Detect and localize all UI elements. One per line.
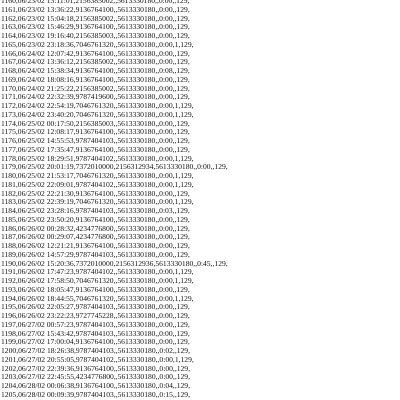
log-line: 1184,06/25/02 23:28:16,9787404103,,56133…: [1, 207, 190, 215]
log-line: 1181,06/25/02 22:09:01,9787404102,,56133…: [1, 180, 194, 189]
log-line: 1188,06/26/02 12:21:21,9136764100,,56133…: [1, 242, 190, 250]
log-line: 1200,06/27/02 18:26:38,9787404103,,56133…: [1, 347, 191, 355]
log-line: 1182,06/25/02 22:21:30,9136764100,,56133…: [1, 189, 190, 198]
log-line: 1170,06/24/02 21:25:22,2156385002,,56133…: [1, 84, 190, 93]
log-line: 1162,06/23/02 15:04:18,2156385002,,56133…: [1, 14, 190, 23]
log-line: 1205,06/28/02 00:09:39,9787404103,,56133…: [1, 390, 191, 399]
log-line: 1161,06/23/02 13:36:22,9136764100,,56133…: [1, 5, 190, 14]
log-line: 1164,06/23/02 19:16:40,2156385003,,56133…: [1, 32, 190, 40]
log-line: 1191,06/26/02 17:47:23,9787404102,,56133…: [1, 268, 194, 277]
log-line: 1167,06/24/02 13:36:12,2156385002,,56133…: [1, 58, 190, 67]
log-line: 1199,06/27/02 17:00:04,9136764100,,56133…: [1, 338, 190, 347]
log-line: 1186,06/26/02 00:28:32,4234776800,,56133…: [1, 224, 190, 233]
log-line: 1172,06/24/02 22:54:19,7046761320,,56133…: [1, 102, 194, 110]
log-line: 1202,06/27/02 22:39:36,9136764100,,56133…: [1, 364, 191, 373]
log-line: 1178,06/25/02 18:29:51,9787404102,,56133…: [1, 154, 194, 163]
log-line: 1166,06/24/02 12:07:42,9136764100,,56133…: [1, 49, 190, 58]
log-line: 1189,06/26/02 14:57:29,9787404103,,56133…: [1, 250, 190, 259]
log-line: 1196,06/26/02 23:22:23,9727745228,,56133…: [1, 312, 190, 320]
log-line: 1168,06/24/02 15:38:34,9136764100,,56133…: [1, 67, 190, 75]
log-line: 1165,06/23/02 23:18:36,7046761320,,56133…: [1, 40, 194, 49]
log-line: 1183,06/25/02 22:39:19,7046761320,,56133…: [1, 198, 194, 207]
log-line: 1171,06/24/02 22:32:39,9787419600,,56133…: [1, 93, 190, 102]
log-line: 1173,06/24/02 23:40:20,7046761320,,56133…: [1, 110, 194, 119]
log-line: 1198,06/27/02 15:43:42,9787404103,,56133…: [1, 329, 190, 338]
log-line: 1194,06/26/02 18:44:55,7046761320,,56133…: [1, 294, 194, 303]
log-line: 1187,06/26/02 00:29:07,4234776800,,56133…: [1, 233, 190, 242]
log-line: 1180,06/25/02 21:53:17,7046761320,,56133…: [1, 172, 194, 180]
log-line: 1193,06/26/02 18:05:47,9136764100,,56133…: [1, 285, 190, 294]
log-line: 1195,06/26/02 22:05:27,9787404103,,56133…: [1, 303, 190, 312]
log-line: 1190,06/26/02 15:20:36,7372010000,215631…: [1, 259, 228, 268]
log-line: 1192,06/26/02 17:58:50,7046761320,,56133…: [1, 277, 194, 285]
log-line: 1176,06/25/02 14:55:53,9787404103,,56133…: [1, 137, 190, 145]
document-page: 1160,06/23/02 13:11:01,2156385002,,56133…: [0, 0, 400, 400]
log-line: 1197,06/27/02 00:57:23,9787404103,,56133…: [1, 320, 190, 329]
log-line: 1169,06/24/02 18:08:16,9136764100,,56133…: [1, 75, 190, 84]
log-line: 1177,06/25/02 17:35:47,9136764100,,56133…: [1, 145, 190, 154]
log-line: 1201,06/27/02 20:55:05,9787404102,,56133…: [1, 355, 194, 364]
log-line: 1163,06/23/02 15:46:29,9136764100,,56133…: [1, 23, 190, 32]
log-line: 1204,06/28/02 00:06:38,9136764100,,56133…: [1, 382, 191, 390]
log-line: 1175,06/25/02 12:08:17,9136764100,,56133…: [1, 128, 190, 137]
log-line: 1174,06/25/02 00:17:50,2156385003,,56133…: [1, 119, 190, 128]
log-line: 1179,06/25/02 20:01:19,7372010000,215631…: [1, 163, 228, 172]
log-line: 1203,06/27/02 22:45:55,4234776800,,56133…: [1, 373, 191, 382]
log-line: 1185,06/25/02 23:50:20,9136764100,,56133…: [1, 215, 190, 224]
call-log-lines: 1160,06/23/02 13:11:01,2156385002,,56133…: [1, 0, 400, 400]
